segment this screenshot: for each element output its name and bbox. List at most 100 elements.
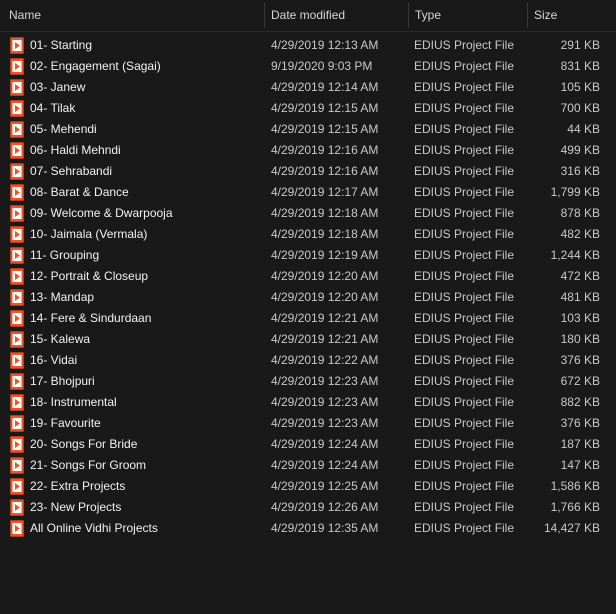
edius-project-file-icon (10, 268, 24, 285)
edius-project-file-icon (10, 352, 24, 369)
file-type: EDIUS Project File (414, 311, 515, 325)
file-row[interactable]: 08- Barat & Dance 4/29/2019 12:17 AM EDIUS… (0, 182, 616, 203)
edius-project-file-icon (10, 37, 24, 54)
file-row[interactable]: 04- Tilak 4/29/2019 12:15 AM EDIUS Project… (0, 98, 616, 119)
column-header-bar: ^ Name Date modified Type Size (0, 0, 616, 32)
file-date-modified: 4/29/2019 12:20 AM (271, 269, 379, 283)
file-name: 16- Vidai (30, 353, 78, 367)
file-name: 14- Fere & Sindurdaan (30, 311, 152, 325)
file-name: 21- Songs For Groom (30, 458, 147, 472)
file-type: EDIUS Project File (414, 164, 515, 178)
file-size: 1,766 KB (550, 500, 600, 514)
file-name: 09- Welcome & Dwarpooja (30, 206, 173, 220)
edius-project-file-icon (10, 226, 24, 243)
file-row[interactable]: 23- New Projects 4/29/2019 12:26 AM EDIUS … (0, 497, 616, 518)
file-date-modified: 4/29/2019 12:21 AM (271, 332, 379, 346)
file-name: 13- Mandap (30, 290, 95, 304)
edius-project-file-icon (10, 289, 24, 306)
file-type: EDIUS Project File (414, 248, 515, 262)
file-date-modified: 4/29/2019 12:24 AM (271, 437, 379, 451)
file-name: All Online Vidhi Projects (30, 521, 158, 535)
file-date-modified: 4/29/2019 12:15 AM (271, 122, 379, 136)
file-row[interactable]: 17- Bhojpuri 4/29/2019 12:23 AM EDIUS Proj… (0, 371, 616, 392)
file-row[interactable]: 11- Grouping 4/29/2019 12:19 AM EDIUS Proj… (0, 245, 616, 266)
file-row[interactable]: 16- Vidai 4/29/2019 12:22 AM EDIUS Project… (0, 350, 616, 371)
file-row[interactable]: 05- Mehendi 4/29/2019 12:15 AM EDIUS Proje… (0, 119, 616, 140)
file-size: 291 KB (560, 38, 600, 52)
file-date-modified: 4/29/2019 12:22 AM (271, 353, 379, 367)
edius-project-file-icon (10, 142, 24, 159)
file-name: 08- Barat & Dance (30, 185, 129, 199)
file-row[interactable]: 19- Favourite 4/29/2019 12:23 AM EDIUS Pro… (0, 413, 616, 434)
file-row[interactable]: All Online Vidhi Projects 4/29/2019 12:35… (0, 518, 616, 539)
file-row[interactable]: 14- Fere & Sindurdaan 4/29/2019 12:21 AM E… (0, 308, 616, 329)
file-type: EDIUS Project File (414, 80, 515, 94)
file-row[interactable]: 20- Songs For Bride 4/29/2019 12:24 AM EDI… (0, 434, 616, 455)
file-name: 04- Tilak (30, 101, 76, 115)
column-header-date-label: Date modified (271, 8, 346, 22)
file-name: 05- Mehendi (30, 122, 97, 136)
edius-project-file-icon (10, 58, 24, 75)
file-row[interactable]: 22- Extra Projects 4/29/2019 12:25 AM EDIU… (0, 476, 616, 497)
file-size: 105 KB (560, 80, 600, 94)
edius-project-file-icon (10, 163, 24, 180)
file-size: 831 KB (560, 59, 600, 73)
file-date-modified: 4/29/2019 12:19 AM (271, 248, 379, 262)
file-row[interactable]: 06- Haldi Mehndi 4/29/2019 12:16 AM EDIUS … (0, 140, 616, 161)
file-row[interactable]: 07- Sehrabandi 4/29/2019 12:16 AM EDIUS Pr… (0, 161, 616, 182)
file-row[interactable]: 21- Songs For Groom 4/29/2019 12:24 AM EDI… (0, 455, 616, 476)
file-date-modified: 4/29/2019 12:16 AM (271, 164, 379, 178)
edius-project-file-icon (10, 520, 24, 537)
file-date-modified: 4/29/2019 12:25 AM (271, 479, 379, 493)
file-name: 02- Engagement (Sagai) (30, 59, 161, 73)
file-size: 103 KB (560, 311, 600, 325)
file-date-modified: 4/29/2019 12:15 AM (271, 101, 379, 115)
file-type: EDIUS Project File (414, 353, 515, 367)
file-size: 187 KB (560, 437, 600, 451)
file-type: EDIUS Project File (414, 290, 515, 304)
file-name: 07- Sehrabandi (30, 164, 113, 178)
file-date-modified: 4/29/2019 12:18 AM (271, 206, 379, 220)
edius-project-file-icon (10, 478, 24, 495)
file-date-modified: 4/29/2019 12:14 AM (271, 80, 379, 94)
file-row[interactable]: 01- Starting 4/29/2019 12:13 AM EDIUS Proj… (0, 35, 616, 56)
file-type: EDIUS Project File (414, 269, 515, 283)
file-date-modified: 4/29/2019 12:23 AM (271, 416, 379, 430)
edius-project-file-icon (10, 373, 24, 390)
file-name: 06- Haldi Mehndi (30, 143, 121, 157)
file-row[interactable]: 12- Portrait & Closeup 4/29/2019 12:20 AM… (0, 266, 616, 287)
edius-project-file-icon (10, 499, 24, 516)
file-name: 22- Extra Projects (30, 479, 126, 493)
edius-project-file-icon (10, 79, 24, 96)
file-row[interactable]: 18- Instrumental 4/29/2019 12:23 AM EDIUS … (0, 392, 616, 413)
edius-project-file-icon (10, 247, 24, 264)
file-type: EDIUS Project File (414, 332, 515, 346)
sort-ascending-icon: ^ (130, 0, 135, 5)
file-name: 15- Kalewa (30, 332, 91, 346)
column-header-type[interactable]: Type (409, 0, 528, 31)
file-list: 01- Starting 4/29/2019 12:13 AM EDIUS Proj… (0, 35, 616, 539)
column-header-date-modified[interactable]: Date modified (265, 0, 409, 31)
file-name: 11- Grouping (30, 248, 100, 262)
file-row[interactable]: 02- Engagement (Sagai) 9/19/2020 9:03 PM E… (0, 56, 616, 77)
edius-project-file-icon (10, 436, 24, 453)
column-header-name[interactable]: ^ Name (3, 0, 265, 31)
file-name: 23- New Projects (30, 500, 122, 514)
file-row[interactable]: 15- Kalewa 4/29/2019 12:21 AM EDIUS Projec… (0, 329, 616, 350)
file-size: 472 KB (560, 269, 600, 283)
file-row[interactable]: 10- Jaimala (Vermala) 4/29/2019 12:18 AM E… (0, 224, 616, 245)
file-type: EDIUS Project File (414, 101, 515, 115)
edius-project-file-icon (10, 457, 24, 474)
edius-project-file-icon (10, 310, 24, 327)
file-type: EDIUS Project File (414, 479, 515, 493)
column-header-size[interactable]: Size (528, 0, 616, 31)
column-header-size-label: Size (534, 8, 558, 22)
file-name: 12- Portrait & Closeup (30, 269, 149, 283)
file-type: EDIUS Project File (414, 395, 515, 409)
file-row[interactable]: 13- Mandap 4/29/2019 12:20 AM EDIUS Projec… (0, 287, 616, 308)
file-row[interactable]: 09- Welcome & Dwarpooja 4/29/2019 12:18 A… (0, 203, 616, 224)
file-size: 376 KB (560, 416, 600, 430)
file-type: EDIUS Project File (414, 227, 515, 241)
file-row[interactable]: 03- Janew 4/29/2019 12:14 AM EDIUS Project… (0, 77, 616, 98)
file-type: EDIUS Project File (414, 374, 515, 388)
